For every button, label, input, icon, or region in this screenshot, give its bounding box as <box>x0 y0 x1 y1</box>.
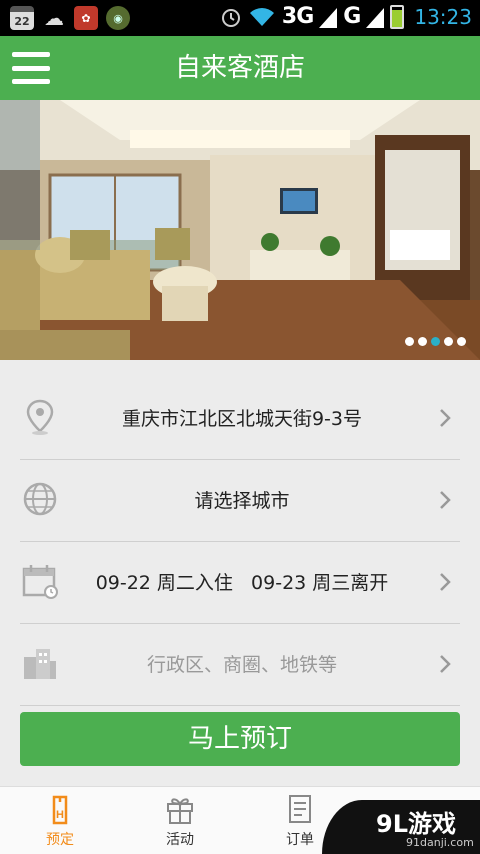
buildings-icon <box>24 649 56 679</box>
wifi-icon <box>249 7 274 26</box>
city-select: 请选择城市 <box>194 490 290 512</box>
book-now-button[interactable]: 马上预订 <box>20 712 460 766</box>
disc-icon: ◉ <box>106 6 130 30</box>
site-watermark: 9L游戏 91danji.com <box>322 800 480 854</box>
carousel-indicator <box>405 337 466 346</box>
page-title: 自来客酒店 <box>174 53 305 83</box>
booking-form: 重庆市江北区北城天街9-3号 请选择城市 09-22 周二入住 09-23 周三… <box>20 378 460 706</box>
app-header: 自来客酒店 <box>0 36 480 100</box>
chevron-right-icon <box>440 655 451 673</box>
network-type-2: G <box>343 4 361 29</box>
carousel-dot[interactable] <box>444 337 453 346</box>
tab-label: 活动 <box>166 832 194 848</box>
globe-icon <box>23 482 57 516</box>
calendar-icon <box>22 565 58 599</box>
stay-dates: 09-22 周二入住 09-23 周三离开 <box>95 572 389 594</box>
chevron-right-icon <box>440 409 451 427</box>
carousel-dot[interactable] <box>457 337 466 346</box>
dates-row[interactable]: 09-22 周二入住 09-23 周三离开 <box>20 542 460 624</box>
city-row[interactable]: 请选择城市 <box>20 460 460 542</box>
chevron-right-icon <box>440 573 451 591</box>
address-row[interactable]: 重庆市江北区北城天街9-3号 <box>20 378 460 460</box>
signal-icon-2 <box>366 7 385 28</box>
area-row[interactable]: 行政区、商圈、地铁等 <box>20 624 460 706</box>
signal-icon <box>319 7 338 28</box>
address-value: 重庆市江北区北城天街9-3号 <box>121 408 363 430</box>
tab-label: 预定 <box>46 832 74 848</box>
carousel-dot[interactable] <box>431 337 440 346</box>
alarm-icon <box>221 8 240 27</box>
carousel-dot[interactable] <box>405 337 414 346</box>
order-list-icon <box>289 795 311 823</box>
hotel-photo-carousel[interactable] <box>0 100 480 360</box>
battery-icon <box>390 4 405 29</box>
hotel-booking-icon: H <box>52 795 68 825</box>
watermark-brand: 9L游戏 <box>376 810 456 838</box>
area-search: 行政区、商圈、地铁等 <box>146 654 337 676</box>
chevron-right-icon <box>440 491 451 509</box>
hotel-room-photo <box>0 100 480 360</box>
calendar-icon: 22 <box>10 6 34 30</box>
cloud-icon: ☁ <box>44 6 64 30</box>
carousel-dot[interactable] <box>418 337 427 346</box>
tab-booking[interactable]: H 预定 <box>0 787 120 854</box>
gift-icon <box>167 798 193 824</box>
svg-text:H: H <box>56 809 64 821</box>
status-bar: 22 ☁ ✿ ◉ 3G G 13:23 <box>0 0 480 36</box>
clock: 13:23 <box>414 4 472 29</box>
app-notification-icon: ✿ <box>74 6 98 30</box>
location-pin-icon <box>26 399 54 435</box>
watermark-url: 91danji.com <box>406 836 474 849</box>
tab-activities[interactable]: 活动 <box>120 787 240 854</box>
network-type: 3G <box>281 4 314 29</box>
battery-level <box>392 9 403 27</box>
